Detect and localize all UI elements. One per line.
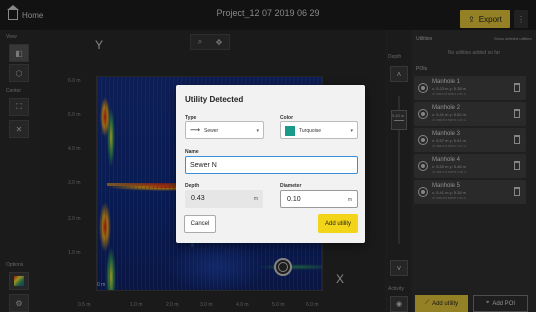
depth-unit: m <box>253 196 258 202</box>
color-select[interactable]: Turquoise ▾ <box>280 121 358 139</box>
sewer-icon: ⟿ <box>190 127 201 134</box>
utility-detected-dialog: Utility Detected Type ⟿ Sewer ▾ Color Tu… <box>176 85 365 243</box>
name-label: Name <box>185 149 199 155</box>
color-value: Turquoise <box>299 128 322 134</box>
type-select[interactable]: ⟿ Sewer ▾ <box>185 121 264 139</box>
cancel-button[interactable]: Cancel <box>184 215 216 233</box>
depth-value: 0.43 <box>191 195 205 202</box>
diameter-label: Diameter <box>280 183 302 189</box>
diameter-unit: m <box>347 197 352 203</box>
diameter-field[interactable]: 0.10 m <box>280 190 358 208</box>
dialog-title: Utility Detected <box>185 95 244 104</box>
chevron-down-icon: ▾ <box>256 128 259 134</box>
name-field[interactable] <box>185 156 358 174</box>
depth-label: Depth <box>185 183 200 189</box>
type-value: Sewer <box>204 128 219 134</box>
color-swatch <box>285 126 295 136</box>
chevron-down-icon: ▾ <box>350 128 353 134</box>
diameter-value: 0.10 <box>287 196 301 203</box>
add-utility-confirm-button[interactable]: Add utility <box>318 214 358 233</box>
depth-field: 0.43 m <box>185 190 263 208</box>
